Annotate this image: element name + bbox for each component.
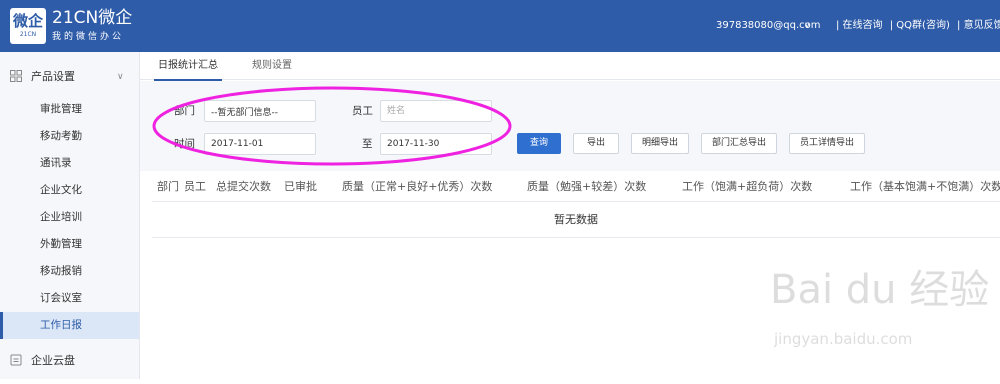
sidebar-item-label: 企业培训 <box>40 211 82 223</box>
query-button[interactable]: 查询 <box>517 133 561 154</box>
col-employee: 员工 <box>184 180 206 193</box>
sidebar: 产品设置 ∨ 审批管理 移动考勤 通讯录 企业文化 企业培训 外勤管理 移动报销… <box>0 52 140 379</box>
top-links: | 在线咨询 | QQ群(咨询) | 意见反馈 <box>836 19 1000 33</box>
tab-rule-settings[interactable]: 规则设置 <box>252 59 292 73</box>
col-work-not-full: 工作（基本饱满+不饱满）次数 <box>850 180 1000 193</box>
logo[interactable]: 微企 21CN <box>10 8 46 44</box>
sidebar-group-label: 企业云盘 <box>31 354 75 367</box>
sidebar-item-label: 订会议室 <box>40 292 82 304</box>
col-approved: 已审批 <box>284 180 317 193</box>
sidebar-item-culture[interactable]: 企业文化 <box>0 177 139 204</box>
logo-sub: 21CN <box>19 31 37 38</box>
detail-export-button[interactable]: 明细导出 <box>631 133 689 154</box>
sidebar-group-label: 产品设置 <box>31 70 75 83</box>
employee-detail-export-button[interactable]: 员工详情导出 <box>789 133 865 154</box>
tab-bar: 日报统计汇总 规则设置 <box>140 52 1000 81</box>
sidebar-item-label: 移动报销 <box>40 265 82 277</box>
link-online-consult[interactable]: | 在线咨询 <box>836 20 883 31</box>
top-bar: 微企 21CN 21CN微企 我的微信办公 397838080@qq.com ∨… <box>0 0 1000 52</box>
sidebar-item-training[interactable]: 企业培训 <box>0 204 139 231</box>
sidebar-item-label: 移动考勤 <box>40 130 82 142</box>
chevron-down-icon: ∨ <box>117 72 124 82</box>
sidebar-item-label: 工作日报 <box>40 319 82 331</box>
col-work-full: 工作（饱满+超负荷）次数 <box>682 180 813 193</box>
sidebar-item-reimbursement[interactable]: 移动报销 <box>0 258 139 285</box>
col-department: 部门 <box>157 180 179 193</box>
sidebar-item-field-work[interactable]: 外勤管理 <box>0 231 139 258</box>
chevron-down-icon[interactable]: ∨ <box>804 19 811 33</box>
sidebar-item-daily-report[interactable]: 工作日报 <box>0 312 139 339</box>
sidebar-item-label: 通讯录 <box>40 157 72 169</box>
annotation-oval <box>152 86 512 166</box>
col-quality-good: 质量（正常+良好+优秀）次数 <box>342 180 493 193</box>
empty-state: 暂无数据 <box>152 202 1000 238</box>
sidebar-item-mobile-attendance[interactable]: 移动考勤 <box>0 123 139 150</box>
grid-icon <box>10 70 22 82</box>
annotation-ellipse <box>152 86 512 166</box>
col-total-submissions: 总提交次数 <box>216 180 271 193</box>
brand-name: 21CN微企 <box>52 8 133 28</box>
watermark: Bai du 经验 jingyan.baidu.com <box>770 268 990 368</box>
dept-summary-export-button[interactable]: 部门汇总导出 <box>701 133 777 154</box>
sidebar-item-label: 外勤管理 <box>40 238 82 250</box>
watermark-main: Bai du 经验 <box>770 267 990 313</box>
sidebar-item-meeting-room[interactable]: 订会议室 <box>0 285 139 312</box>
sidebar-item-label: 审批管理 <box>40 103 82 115</box>
export-button[interactable]: 导出 <box>573 133 619 154</box>
sidebar-item-contacts[interactable]: 通讯录 <box>0 150 139 177</box>
link-feedback[interactable]: | 意见反馈 <box>957 20 1000 31</box>
sidebar-group-cloud-drive[interactable]: 企业云盘 <box>0 338 140 384</box>
cloud-drive-icon <box>10 354 22 366</box>
tab-daily-summary[interactable]: 日报统计汇总 <box>154 59 222 81</box>
table-header: 部门 员工 总提交次数 已审批 质量（正常+良好+优秀）次数 质量（勉强+较差）… <box>152 172 1000 202</box>
sidebar-item-approval[interactable]: 审批管理 <box>0 96 139 123</box>
watermark-sub: jingyan.baidu.com <box>774 330 913 348</box>
sidebar-group-product-settings[interactable]: 产品设置 ∨ <box>0 54 140 100</box>
logo-mark: 微企 <box>12 12 43 30</box>
col-quality-poor: 质量（勉强+较差）次数 <box>527 180 647 193</box>
sidebar-item-label: 企业文化 <box>40 184 82 196</box>
link-qq-group[interactable]: | QQ群(咨询) <box>890 20 950 31</box>
brand-tagline: 我的微信办公 <box>52 32 125 42</box>
